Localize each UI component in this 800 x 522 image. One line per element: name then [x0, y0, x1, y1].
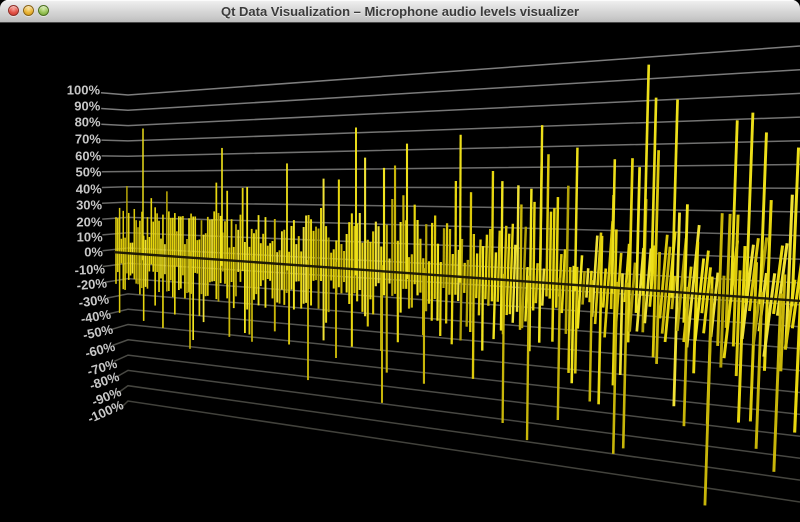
- grid-line: [102, 187, 800, 188]
- axis-tick-label: 80%: [75, 114, 101, 129]
- audio-bar: [517, 185, 518, 311]
- axis-tick-label: 30%: [76, 197, 102, 212]
- grid-line: [101, 46, 800, 95]
- audio-bar: [470, 192, 471, 332]
- audio-bar: [440, 262, 441, 336]
- grid-line: [114, 355, 800, 436]
- minimize-button[interactable]: [23, 5, 34, 16]
- audio-bar: [485, 235, 487, 300]
- close-button[interactable]: [8, 5, 19, 16]
- spike-up: [540, 125, 542, 288]
- audio-bar: [507, 234, 510, 315]
- spike-down: [558, 278, 560, 420]
- axis-tick-label: 40%: [76, 181, 102, 196]
- axis-tick-label: 20%: [76, 214, 102, 229]
- audio-bar: [452, 254, 453, 344]
- axis-tick-label: 90%: [74, 98, 100, 113]
- grid-line: [120, 401, 800, 502]
- audio-bar: [473, 234, 474, 379]
- audio-bar: [437, 244, 438, 321]
- audio-bar: [458, 250, 459, 301]
- axis-tick-label: 70%: [75, 131, 101, 146]
- title-bar[interactable]: Qt Data Visualization – Microphone audio…: [0, 0, 800, 23]
- grid-line: [118, 386, 800, 480]
- audio-bar: [520, 204, 521, 329]
- audio-bar: [556, 197, 558, 308]
- audio-bar: [533, 202, 534, 311]
- audio-bar: [494, 252, 496, 339]
- audio-bar: [586, 268, 588, 297]
- grid-line: [102, 202, 800, 212]
- audio-bar: [525, 267, 527, 321]
- grid-line: [101, 117, 800, 141]
- audio-bar: [482, 246, 483, 351]
- spike-down: [774, 294, 781, 472]
- spike-down: [623, 283, 627, 449]
- spike-down: [503, 274, 504, 423]
- audio-bar: [550, 212, 551, 299]
- audio-bar: [492, 171, 493, 301]
- axis-tick-label: 60%: [75, 148, 101, 163]
- audio-bar: [446, 223, 447, 323]
- axis-tick-label: 100%: [67, 82, 101, 97]
- audio-bar: [444, 228, 445, 288]
- zoom-button[interactable]: [38, 5, 49, 16]
- axis-tick-label: -20%: [76, 275, 108, 293]
- audio-bar: [657, 252, 660, 364]
- visualization-canvas[interactable]: 100%90%80%70%60%50%40%30%20%10%0%-10%-20…: [0, 23, 800, 522]
- traffic-lights: [8, 5, 49, 16]
- axis-tick-label: 0%: [84, 244, 103, 259]
- window-title: Qt Data Visualization – Microphone audio…: [0, 4, 800, 19]
- audio-bar: [488, 229, 490, 306]
- audio-bars: [116, 149, 800, 433]
- axis-tick-label: 10%: [77, 229, 103, 244]
- audio-bar: [513, 245, 516, 323]
- audio-bar: [498, 231, 500, 302]
- grid-line: [112, 340, 800, 415]
- audio-bar: [546, 154, 548, 296]
- app-window: Qt Data Visualization – Microphone audio…: [0, 0, 800, 522]
- spike-up: [460, 135, 461, 283]
- audio-bar: [449, 229, 450, 295]
- audio-bar: [569, 267, 571, 373]
- audio-bar: [583, 271, 585, 305]
- audio-bar: [476, 253, 477, 298]
- audio-bar: [467, 260, 468, 327]
- grid-line: [102, 141, 800, 156]
- audio-bar: [501, 181, 502, 330]
- audio-bar: [542, 269, 544, 306]
- axis-tick-label: 50%: [75, 164, 101, 179]
- audio-bar: [572, 266, 574, 383]
- grid-line: [102, 165, 800, 172]
